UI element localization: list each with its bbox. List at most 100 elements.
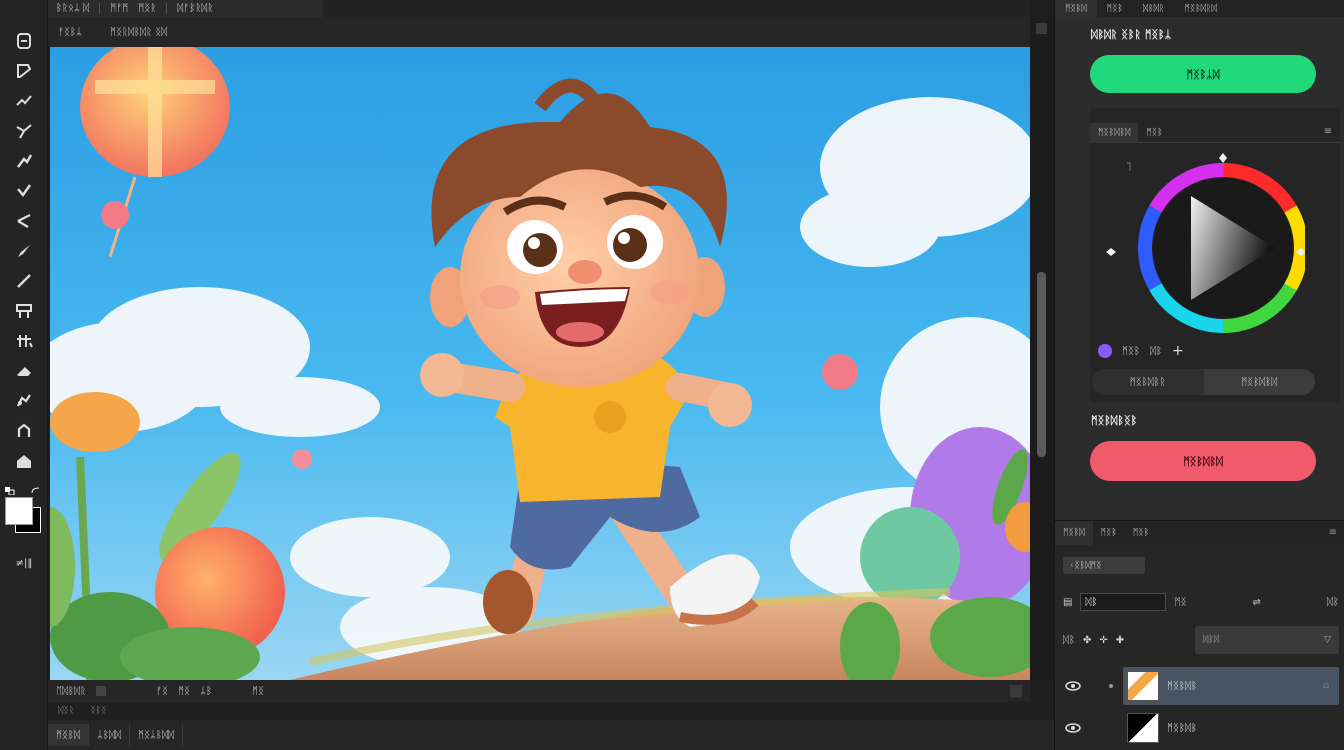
gradient-tool[interactable] [10, 390, 38, 412]
pencil-tool[interactable] [10, 270, 38, 292]
marquee-icon [17, 64, 32, 78]
canvas-vertical-scrollbar[interactable] [1030, 17, 1054, 680]
layer-filter[interactable]: ᚲᛝᛒᛞᛗᛝ [1063, 557, 1145, 574]
selected-color-dot[interactable] [1098, 344, 1112, 358]
scroll-up-button[interactable] [1036, 23, 1047, 34]
bottom-tab[interactable]: ᛗᛝᛒᛞ [48, 724, 89, 746]
status-info: ᛗᛝ [252, 685, 264, 697]
paths-tab[interactable]: ᛗᛝᛒ [1125, 521, 1157, 545]
eye-icon[interactable] [1055, 667, 1091, 705]
healing-tool[interactable] [10, 210, 38, 232]
zoom-level[interactable]: ᛖᛞᛒᛞᚱ [56, 686, 86, 697]
swap-colors-icon[interactable] [31, 487, 41, 495]
generate-section-title: ᛗᛝᛒᛞᛒᛝᛒ [1091, 414, 1138, 427]
panel-tab[interactable]: ᛗᛝᛒ [1097, 0, 1133, 17]
layer-option-label[interactable]: ᛞᛒ [1327, 597, 1339, 608]
pen-tool[interactable] [10, 420, 38, 442]
status-info: ᚠᛝ [156, 685, 168, 697]
pencil-icon [17, 274, 31, 288]
crop-tool[interactable] [10, 150, 38, 172]
layer-link-dot [1109, 684, 1113, 688]
canvas[interactable] [50, 47, 1030, 680]
layer-options-icon[interactable]: ▫ [1323, 681, 1329, 691]
edit-toolbar-icon[interactable]: ≠|‖ [4, 558, 44, 576]
move-icon [17, 33, 31, 49]
layer-thumbnail [1127, 671, 1159, 701]
lock-pixels-icon[interactable]: ✤ [1083, 635, 1091, 646]
history-brush-tool[interactable] [10, 330, 38, 352]
menu-divider [166, 3, 168, 14]
status-square-icon [96, 686, 106, 696]
crop-icon [17, 154, 33, 168]
bottom-tab[interactable]: ᛦᛒᛞᛞ [89, 724, 130, 746]
menu-item[interactable]: ᛞᚠᛒᚱᛞᚱ [177, 3, 213, 14]
home-icon [17, 455, 31, 468]
panel-menu-icon[interactable]: ≡ [1322, 126, 1334, 138]
color-mode-option[interactable]: ᛗᛝᛒᛞᛒᚱ [1092, 369, 1204, 395]
blend-mode-select[interactable]: ᛞᛒᛞ ▽ [1195, 626, 1339, 654]
opacity-input[interactable] [1080, 593, 1167, 611]
color-tab[interactable]: ᛗᛝᛒᛞᛒᛞ [1090, 123, 1139, 143]
status-bar: ᛖᛞᛒᛞᚱ ᚠᛝ ᛗᛝ ᛦᛒ ᛗᛝ [48, 680, 1030, 702]
channels-tab[interactable]: ᛗᛝᛒ [1093, 521, 1125, 545]
scrollbar-thumb[interactable] [1037, 272, 1046, 457]
panel-menu-icon[interactable]: ≡ [1329, 527, 1337, 538]
lock-all-icon[interactable]: ✚ [1116, 635, 1124, 646]
tools-panel: ≠|‖ [0, 0, 48, 750]
magic-wand-tool[interactable] [10, 120, 38, 142]
brush-tool[interactable] [10, 240, 38, 262]
image-icon[interactable]: ▤ [1063, 597, 1072, 608]
color-mode-option[interactable]: ᛗᛝᛒᛞᛒᛞ [1203, 369, 1315, 395]
layer-name[interactable]: ᛗᛝᛒᛞᛒ [1167, 681, 1197, 692]
eyedropper-tool[interactable] [10, 180, 38, 202]
right-panel-tabs: ᛗᛝᛒᛞ ᛗᛝᛒ ᛞᛒᛞᚱ ᛗᛝᛒᛞᚱᛞ [1055, 0, 1344, 17]
stamp-icon [16, 304, 32, 318]
layer-thumbnail [1127, 713, 1159, 743]
panel-tab[interactable]: ᛗᛝᛒᛞᚱᛞ [1174, 0, 1226, 17]
color-tab[interactable]: ᛗᛝᛒ [1138, 123, 1170, 143]
status-info: ᛗᛝ [178, 685, 190, 697]
ai-generate-button[interactable]: ᛗᛝᛒᛦᛞ [1090, 55, 1316, 93]
menu-item[interactable]: ᛗᚠᛗ [110, 3, 128, 14]
panel-tab[interactable]: ᛗᛝᛒᛞ [1055, 0, 1097, 17]
color-tool-label: ᛗᛝᛒ [1122, 345, 1140, 357]
ai-section-title: ᛞᛒᛞᚱ ᛝᛒᚱ ᛗᛝᛒᛦ [1091, 28, 1172, 41]
bottom-tab[interactable]: ᛗᛝᛦᛒᛞᛞ [130, 724, 183, 746]
color-tool-label[interactable]: ᛞᛒ [1150, 346, 1162, 357]
link-icon[interactable]: ⇌ [1253, 597, 1261, 608]
shape-tool[interactable] [10, 450, 38, 472]
status-info: ᛦᛒ [200, 685, 212, 697]
layer-row[interactable]: ᛗᛝᛒᛞᛒ [1055, 709, 1344, 747]
stamp-tool[interactable] [10, 300, 38, 322]
lasso-tool[interactable] [10, 90, 38, 112]
eye-icon[interactable] [1055, 709, 1091, 747]
color-wheel[interactable] [1105, 153, 1305, 338]
layers-tab[interactable]: ᛗᛝᛒᛞ [1055, 521, 1093, 545]
layer-row[interactable]: ᛗᛝᛒᛞᛒ ▫ [1055, 667, 1344, 705]
color-swatches [3, 487, 43, 542]
timeline-strip: ᛞᛝᚱ ᛝᛒᛝ [48, 702, 1030, 720]
reset-colors-icon[interactable] [5, 487, 15, 495]
move-tool[interactable] [10, 30, 38, 52]
menu-divider [99, 3, 101, 14]
eraser-icon [17, 367, 31, 376]
foreground-color-swatch[interactable] [5, 497, 33, 525]
marquee-tool[interactable] [10, 60, 38, 82]
document-tab-active[interactable]: ᛗᛝᚱᛞᛒᛞᚱ ᛝᛞ [110, 27, 167, 38]
panel-tab[interactable]: ᛞᛒᛞᚱ [1133, 0, 1175, 17]
layer-option-label[interactable]: ᛗᛝ [1174, 597, 1186, 608]
document-tab[interactable]: ᚠᛝᛒᛦ [58, 27, 82, 38]
menu-item[interactable]: ᛒᚱᛟᛦ ᛞ [56, 3, 89, 14]
layer-lock-row: ᛞᛒ ✤ ✛ ✚ ᛞᛒᛞ ▽ [1063, 625, 1339, 655]
generate-button[interactable]: ᛗᛝᛒᛞᛒᛞ [1090, 441, 1316, 481]
menu-item[interactable]: ᛗᛝᚱ [138, 3, 156, 14]
brush-icon [18, 245, 30, 257]
add-color-icon[interactable]: + [1172, 343, 1184, 359]
bandage-icon [17, 214, 31, 228]
layer-option-label: ᛞᛒ [1063, 634, 1075, 646]
eraser-tool[interactable] [10, 360, 38, 382]
lock-position-icon[interactable]: ✛ [1099, 635, 1107, 646]
blend-mode-value: ᛞᛒᛞ [1203, 635, 1220, 645]
layer-name[interactable]: ᛗᛝᛒᛞᛒ [1167, 723, 1197, 734]
document-tab-bar: ᚠᛝᛒᛦ ᛗᛝᚱᛞᛒᛞᚱ ᛝᛞ [48, 17, 1030, 47]
